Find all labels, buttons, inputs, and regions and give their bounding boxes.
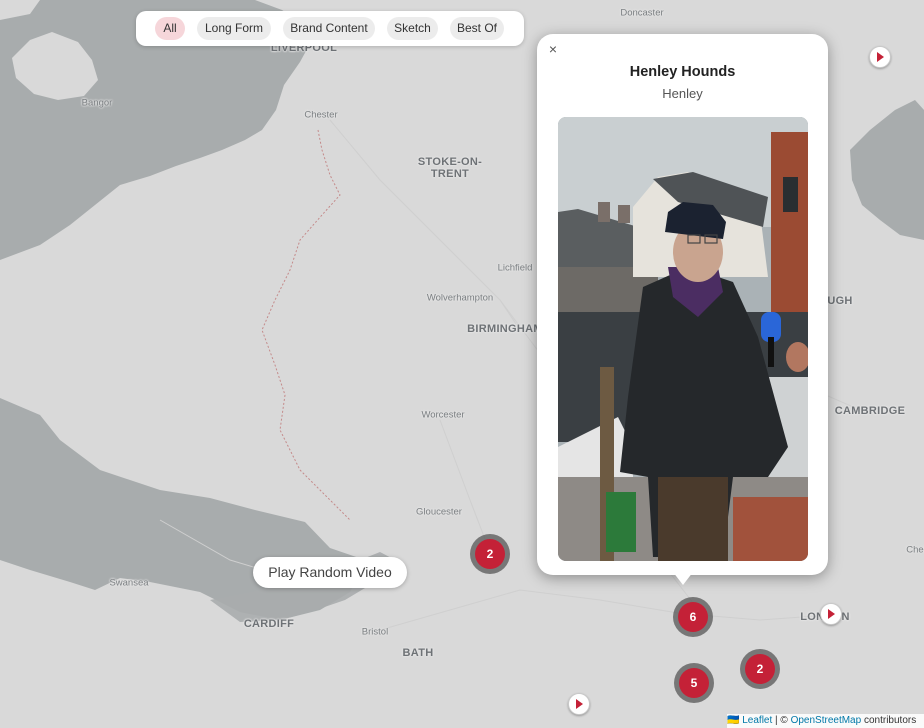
popup-subtitle: Henley bbox=[662, 86, 703, 101]
place-label: Worcester bbox=[421, 409, 465, 421]
place-label: Chester bbox=[304, 109, 338, 121]
place-label: Gloucester bbox=[416, 506, 462, 518]
play-icon bbox=[828, 609, 835, 619]
cluster-count: 2 bbox=[475, 539, 505, 569]
popup-tip bbox=[673, 572, 693, 585]
cluster-count: 6 bbox=[678, 602, 708, 632]
cluster-marker[interactable]: 2 bbox=[470, 534, 510, 574]
place-label: Bangor bbox=[81, 97, 113, 109]
place-label: Bristol bbox=[361, 626, 389, 638]
attribution-separator: | © bbox=[775, 715, 788, 726]
place-label: Doncaster bbox=[620, 7, 664, 19]
attribution-suffix: contributors bbox=[863, 715, 917, 726]
filter-chip-best-of[interactable]: Best Of bbox=[450, 17, 504, 40]
cluster-marker[interactable]: 2 bbox=[740, 649, 780, 689]
play-icon bbox=[877, 52, 884, 62]
place-label: TRENT bbox=[430, 168, 470, 180]
cluster-marker[interactable]: 6 bbox=[673, 597, 713, 637]
ukraine-flag-icon: 🇺🇦 bbox=[727, 715, 740, 726]
video-thumbnail[interactable] bbox=[558, 117, 808, 561]
filter-chip-sketch[interactable]: Sketch bbox=[387, 17, 438, 40]
play-random-video-button[interactable]: Play Random Video bbox=[253, 557, 407, 588]
place-label: Chel bbox=[906, 544, 924, 556]
place-label: CARDIFF bbox=[243, 618, 295, 630]
cluster-marker[interactable]: 5 bbox=[674, 663, 714, 703]
video-marker[interactable] bbox=[568, 693, 590, 715]
cluster-count: 5 bbox=[679, 668, 709, 698]
leaflet-link[interactable]: Leaflet bbox=[742, 715, 772, 726]
place-label: Lichfield bbox=[497, 262, 533, 274]
filter-chip-long-form[interactable]: Long Form bbox=[197, 17, 271, 40]
video-marker[interactable] bbox=[869, 46, 891, 68]
popup-title: Henley Hounds bbox=[629, 64, 736, 80]
close-icon[interactable]: × bbox=[545, 41, 561, 57]
filter-chip-brand-content[interactable]: Brand Content bbox=[283, 17, 375, 40]
place-label: BATH bbox=[402, 647, 434, 659]
filter-chip-all[interactable]: All bbox=[155, 17, 185, 40]
place-label: STOKE-ON- bbox=[417, 156, 483, 168]
map-attribution: 🇺🇦 Leaflet | © OpenStreetMap contributor… bbox=[727, 714, 924, 728]
video-frame-image bbox=[558, 117, 808, 561]
place-label: CAMBRIDGE bbox=[834, 405, 906, 417]
place-label: BIRMINGHAM bbox=[467, 323, 543, 335]
video-marker[interactable] bbox=[820, 603, 842, 625]
place-label: Wolverhampton bbox=[426, 292, 494, 304]
filter-bar: All Long Form Brand Content Sketch Best … bbox=[136, 11, 524, 46]
place-label: Swansea bbox=[109, 577, 149, 589]
openstreetmap-link[interactable]: OpenStreetMap bbox=[791, 715, 862, 726]
play-icon bbox=[576, 699, 583, 709]
place-label: UGH bbox=[827, 295, 853, 307]
cluster-count: 2 bbox=[745, 654, 775, 684]
